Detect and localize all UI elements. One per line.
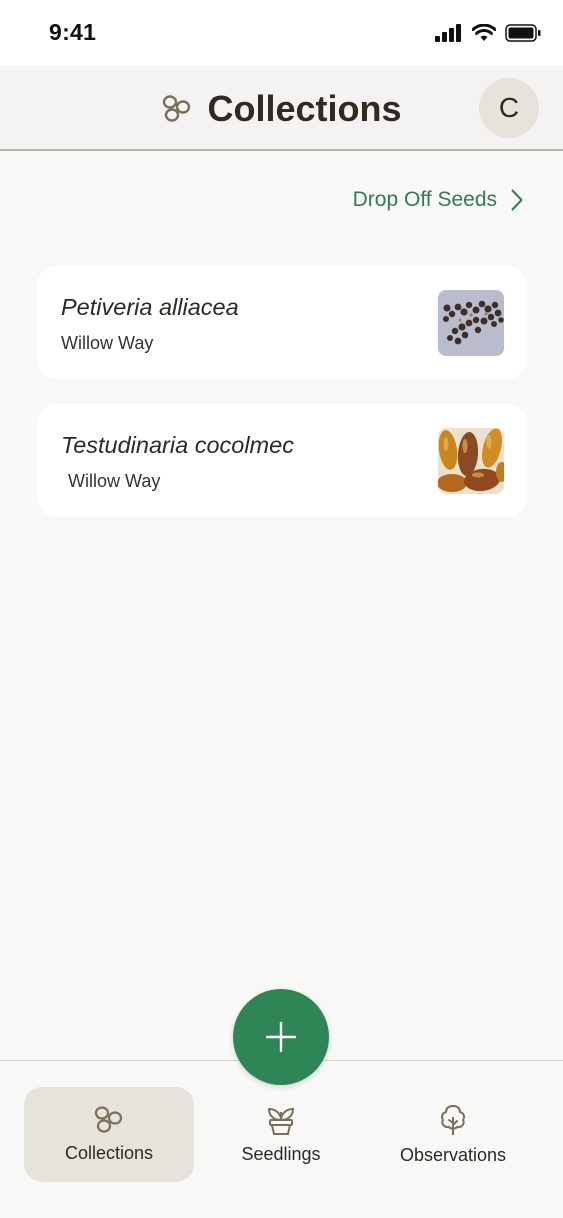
app-header: Collections C: [0, 66, 563, 151]
status-icons: [435, 24, 541, 42]
potted-seedling-icon: [267, 1107, 295, 1135]
tab-label: Seedlings: [241, 1144, 321, 1164]
add-collection-button[interactable]: [233, 989, 329, 1085]
cellular-signal-icon: [435, 24, 461, 42]
status-bar: 9:41: [0, 0, 563, 66]
collection-card[interactable]: Petiveria alliacea Willow Way: [37, 266, 527, 379]
drop-off-seeds-label: Drop Off Seeds: [352, 188, 497, 211]
wifi-icon: [472, 24, 496, 41]
plus-icon: [265, 1021, 297, 1053]
battery-icon: [505, 24, 541, 42]
avatar[interactable]: C: [479, 78, 539, 138]
status-time: 9:41: [49, 19, 97, 45]
drop-off-seeds-link[interactable]: Drop Off Seeds: [353, 188, 523, 212]
collection-species: Petiveria alliacea: [61, 294, 239, 320]
collection-species: Testudinaria cocolmec: [61, 432, 294, 458]
collection-location: Willow Way: [61, 333, 154, 353]
tab-collections[interactable]: Collections: [24, 1087, 194, 1182]
chevron-right-icon: [511, 189, 523, 211]
seeds-icon: [94, 1106, 123, 1133]
seed-photo-thumbnail: [438, 290, 504, 356]
tab-seedlings[interactable]: Seedlings: [196, 1087, 366, 1182]
tree-icon: [441, 1105, 465, 1135]
page-title: Collections: [207, 87, 402, 129]
tab-label: Observations: [399, 1145, 507, 1165]
seeds-icon: [163, 94, 191, 122]
seed-photo-thumbnail: [438, 428, 504, 494]
collection-card[interactable]: Testudinaria cocolmec Willow Way: [37, 404, 527, 517]
tab-label: Collections: [64, 1143, 154, 1163]
collection-location: Willow Way: [68, 471, 161, 491]
tab-observations[interactable]: Observations: [368, 1087, 538, 1182]
